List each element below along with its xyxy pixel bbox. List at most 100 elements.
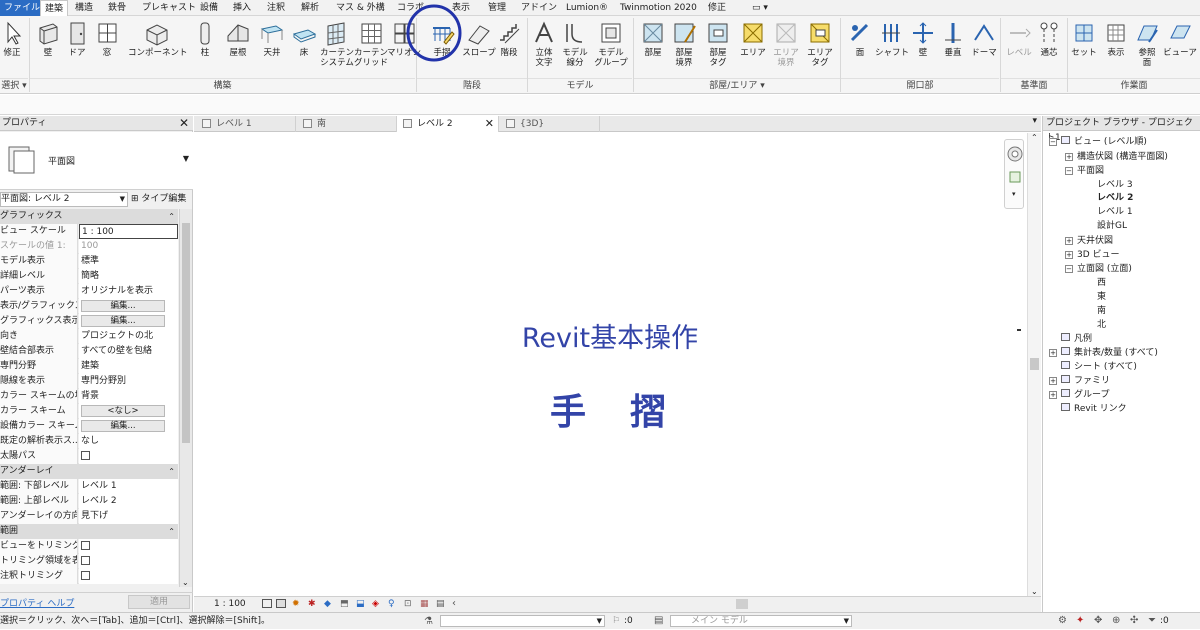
menu-tab[interactable]: 設備 (200, 0, 218, 16)
checkbox[interactable] (81, 571, 90, 580)
browser-item[interactable]: − 平面図 (1065, 165, 1104, 178)
chevron-down-icon[interactable]: ▾ (1012, 190, 1016, 198)
browser-item[interactable]: + グループ (1049, 389, 1109, 402)
instance-filter[interactable]: 平面図: レベル 2 ▼ (0, 192, 128, 207)
reveal-hidden-icon[interactable]: ♀ (388, 599, 395, 609)
property-value[interactable]: 簡略 (79, 269, 178, 284)
component-button[interactable]: コンポーネント (128, 20, 188, 68)
property-edit-button[interactable]: 編集... (79, 299, 178, 314)
expand-icon[interactable]: + (1049, 377, 1057, 385)
view-tab[interactable]: レベル 2 ✕ (397, 116, 499, 132)
detail-level-icon[interactable] (262, 599, 272, 608)
property-edit-button[interactable]: 編集... (79, 314, 178, 329)
select-by-face-icon[interactable]: ⊕ (1112, 613, 1120, 629)
property-checkbox[interactable] (79, 539, 178, 554)
menu-tab[interactable]: 修正 (708, 0, 726, 16)
view-scale[interactable]: 1 : 100 (214, 599, 246, 609)
scroll-thumb[interactable] (1030, 358, 1039, 370)
browser-item[interactable]: 南 (1097, 305, 1106, 318)
property-value[interactable]: 100 (79, 239, 178, 254)
browser-item[interactable]: Revit リンク (1049, 403, 1127, 416)
quick-access-dropdown-icon[interactable]: ▭ ▾ (752, 0, 768, 16)
browser-item[interactable]: レベル 2 (1097, 192, 1133, 205)
group-select[interactable]: 選択 ▾ (0, 78, 28, 92)
edit-button[interactable]: 編集... (81, 300, 165, 312)
property-checkbox[interactable] (79, 569, 178, 584)
property-value[interactable]: オリジナルを表示 (79, 284, 178, 299)
temp-hide-icon[interactable]: ◈ (372, 599, 379, 609)
menu-tab[interactable]: ファイル (0, 0, 45, 16)
window-button[interactable]: 窓 (87, 20, 127, 68)
property-value[interactable]: 1 : 100 (79, 224, 178, 239)
drag-elements-icon[interactable]: ✣ (1130, 613, 1138, 629)
edit-button[interactable]: 編集... (81, 420, 165, 432)
browser-item[interactable]: 西 (1097, 277, 1106, 290)
browser-item[interactable]: + 構造伏図 (構造平面図) (1065, 151, 1168, 164)
grid-button[interactable]: 通芯 (1029, 20, 1069, 68)
edit-button[interactable]: <なし> (81, 405, 165, 417)
menu-tab[interactable]: 解析 (301, 0, 319, 16)
shadows-icon[interactable]: ✱ (308, 599, 316, 609)
visual-style-icon[interactable] (276, 599, 286, 608)
menu-tab[interactable]: マス & 外構 (336, 0, 385, 16)
design-option-dropdown[interactable]: メイン モデル ▼ (670, 615, 852, 627)
workset-dropdown[interactable]: ▼ (440, 615, 605, 627)
browser-item[interactable]: − 立面図 (立面) (1065, 263, 1132, 276)
property-section[interactable]: グラフィックス ⌃ (0, 209, 178, 224)
viewer-button[interactable]: ビューア (1160, 20, 1200, 68)
property-checkbox[interactable] (79, 554, 178, 569)
edit-request-icon[interactable]: ⚐ (612, 613, 620, 629)
room-tag-button[interactable]: 部屋 タグ (698, 20, 738, 68)
area-tag-button[interactable]: エリア タグ (800, 20, 840, 68)
menu-tab[interactable]: プレキャスト (142, 0, 196, 16)
filter-icon[interactable]: ⏷ (1148, 613, 1156, 629)
checkbox[interactable] (81, 451, 90, 460)
property-value[interactable]: 背景 (79, 389, 178, 404)
browser-item[interactable]: レベル 3 (1097, 179, 1133, 192)
browser-item[interactable]: 東 (1097, 291, 1106, 304)
browser-item[interactable]: 北 (1097, 319, 1106, 332)
property-value[interactable]: レベル 1 (79, 479, 178, 494)
view-tab[interactable]: レベル 1 (196, 116, 296, 132)
stair-button[interactable]: 階段 (489, 20, 529, 68)
property-value[interactable]: 専門分野別 (79, 374, 178, 389)
browser-item[interactable]: + 天井伏図 (1065, 235, 1113, 248)
type-selector[interactable]: 平面図 ▼ (0, 132, 193, 190)
vertical-scrollbar[interactable]: ⌃ ⌄ (1027, 133, 1041, 596)
edit-type-button[interactable]: ⊞ タイプ編集 (131, 192, 186, 207)
menu-tab[interactable]: 挿入 (233, 0, 251, 16)
property-value[interactable]: すべての壁を包絡 (79, 344, 178, 359)
workset-icon[interactable]: ⚗ (424, 614, 433, 630)
crop-region-icon[interactable]: ⬓ (356, 599, 365, 609)
browser-item[interactable]: − ビュー (レベル順) (1049, 136, 1147, 149)
horizontal-scroll-thumb[interactable] (736, 599, 748, 609)
apply-button[interactable]: 適用 (128, 595, 190, 609)
collapse-icon[interactable]: − (1065, 167, 1073, 175)
sun-path-icon[interactable]: ✹ (292, 599, 300, 609)
close-icon[interactable]: ✕ (485, 116, 494, 132)
steering-wheel-icon[interactable] (1006, 144, 1024, 164)
collapse-icon[interactable]: ⌃ (168, 464, 175, 479)
browser-item[interactable]: 設計GL (1097, 220, 1127, 233)
menu-tab[interactable]: Lumion® (566, 0, 608, 16)
property-value[interactable]: レベル 2 (79, 494, 178, 509)
select-underlay-icon[interactable]: ✦ (1076, 613, 1084, 629)
expand-icon[interactable]: + (1049, 349, 1057, 357)
select-pinned-icon[interactable]: ✥ (1094, 613, 1102, 629)
menu-tab[interactable]: 鉄骨 (108, 0, 126, 16)
browser-item[interactable]: 凡例 (1049, 333, 1092, 346)
group-room-area[interactable]: 部屋/エリア ▾ (634, 78, 840, 92)
menu-tab[interactable]: 注釈 (267, 0, 285, 16)
browser-item[interactable]: + ファミリ (1049, 375, 1110, 388)
property-value[interactable]: プロジェクトの北 (79, 329, 178, 344)
browser-item[interactable]: + 集計表/数量 (すべて) (1049, 347, 1158, 360)
collapse-icon[interactable]: − (1049, 138, 1057, 146)
collapse-icon[interactable]: ⌃ (168, 524, 175, 539)
crop-view-icon[interactable]: ⬒ (340, 599, 349, 609)
property-checkbox[interactable] (79, 449, 178, 464)
hidden-elements-icon[interactable]: ▤ (436, 599, 445, 609)
property-value[interactable]: 建築 (79, 359, 178, 374)
collapse-icon[interactable]: ⌃ (168, 209, 175, 224)
properties-help-link[interactable]: プロパティ ヘルプ (0, 596, 74, 609)
design-option-icon[interactable]: ▤ (654, 613, 663, 629)
